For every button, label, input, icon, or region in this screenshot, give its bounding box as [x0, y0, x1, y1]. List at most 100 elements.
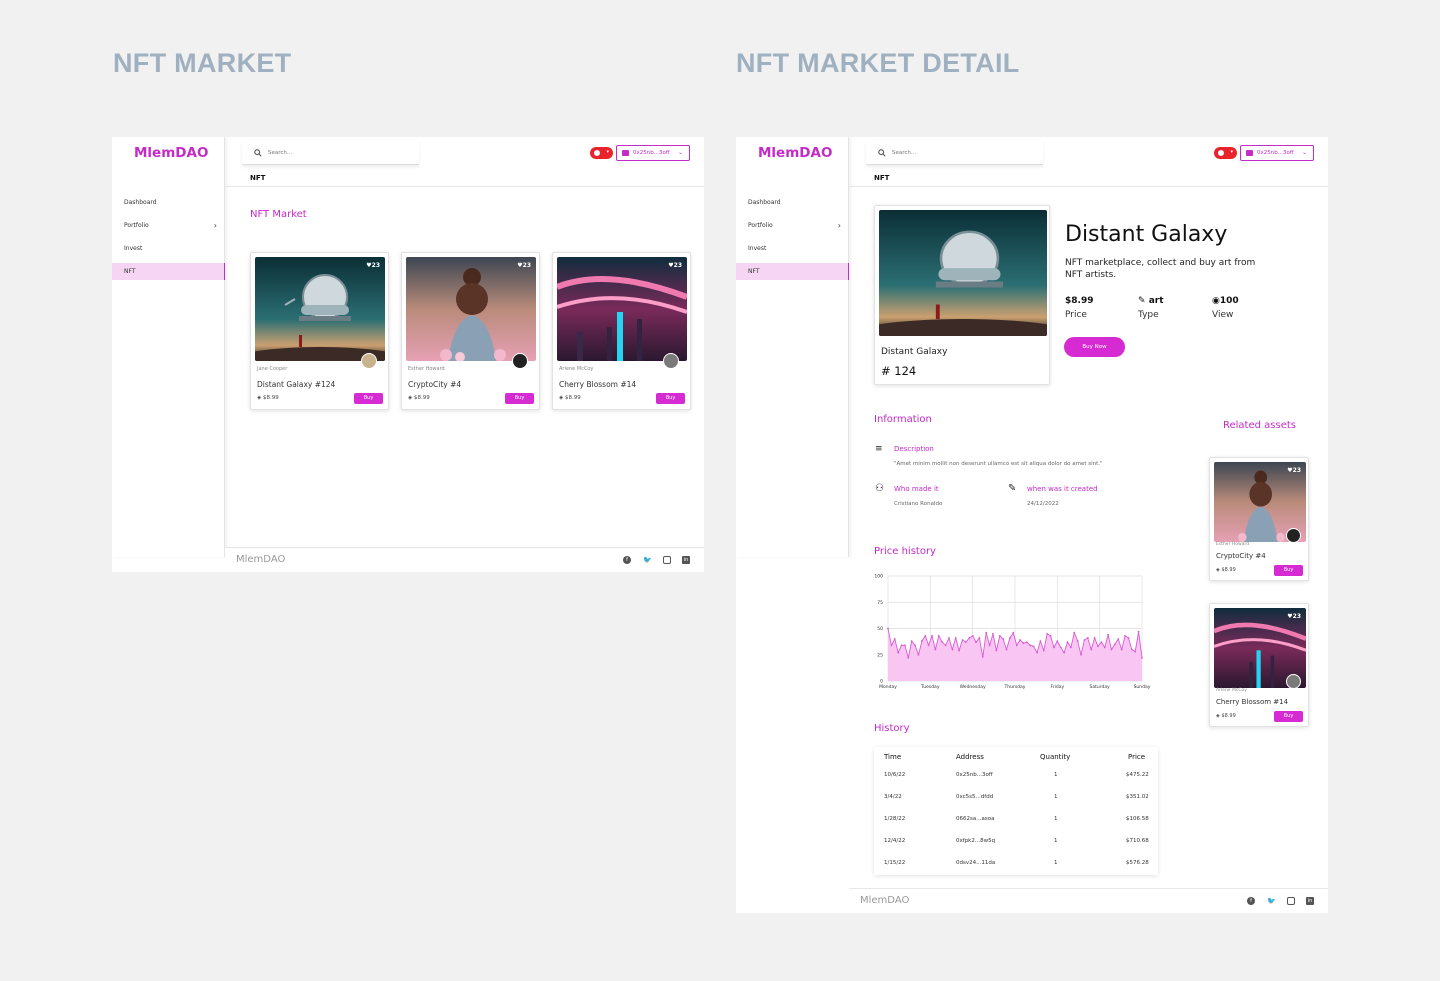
column-header-time: Time [884, 753, 902, 761]
data-point [968, 637, 971, 639]
data-point [978, 637, 981, 639]
chevron-right-icon: › [213, 221, 217, 230]
data-point [1080, 653, 1082, 656]
buy-button[interactable]: Buy [656, 393, 685, 404]
related-nft-card[interactable]: ♥23 Esther Howard CryptoCity #4 ◈ $8.99 … [1209, 457, 1309, 581]
data-point [988, 644, 991, 647]
instagram-icon[interactable] [1287, 897, 1295, 905]
cell-price: $576.28 [1126, 860, 1149, 866]
data-point [1059, 646, 1062, 649]
data-point [910, 640, 913, 642]
nft-card[interactable]: ♥23 Jane Cooper Distant Galaxy #124 ◈ $8… [250, 252, 389, 410]
data-point [1019, 639, 1021, 641]
cell-time: 10/6/22 [884, 772, 906, 778]
sidebar-item-dashboard[interactable]: Dashboard [112, 194, 225, 211]
twitter-icon[interactable]: 🐦 [1267, 897, 1276, 905]
nft-card[interactable]: ♥23 Arlene McCoy Cherry Blossom #14 ◈ $8… [552, 252, 691, 410]
cell-address: 0xfpk2...8w5q [956, 838, 996, 844]
data-point [1134, 650, 1137, 653]
data-point [1032, 645, 1035, 648]
brand-logo[interactable]: MlemDAO [758, 145, 832, 161]
wallet-button[interactable]: 0x25nb...3off ⌄ [616, 145, 690, 161]
sidebar: MlemDAO Dashboard Portfolio › Invest NFT [112, 137, 225, 557]
card-owner: Jane Cooper [257, 366, 288, 372]
sidebar-item-label: Invest [124, 245, 143, 252]
buy-button[interactable]: Buy [354, 393, 383, 404]
cell-price: $106.58 [1126, 816, 1149, 822]
data-point [944, 644, 947, 647]
data-point [1127, 637, 1130, 639]
nft-card[interactable]: ♥23 Esther Howard CryptoCity #4 ◈ $8.99 … [401, 252, 540, 410]
wallet-button[interactable]: 0x25nb...3off ⌄ [1240, 145, 1314, 161]
footer: MlemDAO f 🐦 in [225, 547, 704, 572]
like-count[interactable]: ♥23 [366, 262, 380, 269]
header-divider [225, 186, 704, 187]
eye-icon: ◉ [1212, 296, 1220, 306]
who-made-label: Who made it [894, 485, 939, 493]
data-point [934, 648, 937, 651]
data-point [1097, 645, 1099, 648]
search-input[interactable]: Search... [866, 141, 1043, 165]
network-switch[interactable]: ▾ [590, 147, 613, 159]
sidebar-item-nft[interactable]: NFT [736, 263, 849, 280]
brand-logo[interactable]: MlemDAO [134, 145, 208, 161]
sidebar-item-label: NFT [748, 268, 760, 275]
cell-address: 0xc5s5...dfdd [956, 794, 994, 800]
data-point [975, 641, 977, 644]
linkedin-icon[interactable]: in [1306, 897, 1314, 905]
footer-logo: MlemDAO [236, 554, 286, 565]
column-header-quantity: Quantity [1040, 753, 1071, 761]
sidebar-item-invest[interactable]: Invest [736, 240, 849, 257]
data-point [971, 634, 974, 637]
sidebar-item-portfolio[interactable]: Portfolio › [736, 217, 849, 234]
avatar [512, 353, 528, 369]
data-point [1137, 630, 1140, 633]
buy-button[interactable]: Buy [505, 393, 534, 404]
related-nft-card[interactable]: ♥23 Arlene McCoy Cherry Blossom #14 ◈ $8… [1209, 603, 1309, 727]
linkedin-icon[interactable]: in [682, 556, 690, 564]
buy-button[interactable]: Buy [1274, 565, 1303, 576]
like-count[interactable]: ♥23 [668, 262, 682, 269]
cell-price: $475.22 [1126, 772, 1149, 778]
nft-detail-frame: MlemDAO Dashboard Portfolio › Invest NFT … [736, 137, 1328, 913]
cell-quantity: 1 [1054, 794, 1058, 800]
instagram-icon[interactable] [663, 556, 671, 564]
data-point [1046, 632, 1049, 635]
buy-button[interactable]: Buy [1274, 711, 1303, 722]
cell-address: 0dsv24...11da [956, 860, 996, 866]
y-tick-label: 25 [877, 652, 883, 658]
data-point [981, 655, 984, 658]
sidebar-item-portfolio[interactable]: Portfolio › [112, 217, 225, 234]
x-tick-label: Wednesday [960, 684, 986, 690]
card-name: Distant Galaxy #124 [257, 380, 336, 389]
data-point [961, 639, 964, 641]
like-count[interactable]: ♥23 [517, 262, 531, 269]
who-made-value: Cristiano Ronaldo [894, 501, 943, 507]
buy-now-button[interactable]: Buy Now [1064, 337, 1125, 357]
card-owner: Arlene McCoy [1216, 688, 1247, 693]
sidebar-item-invest[interactable]: Invest [112, 240, 225, 257]
data-point [1093, 637, 1096, 639]
twitter-icon[interactable]: 🐦 [643, 556, 652, 564]
card-price: ◈ $8.99 [257, 395, 279, 401]
like-count[interactable]: ♥23 [1287, 467, 1301, 474]
search-input[interactable]: Search... [242, 141, 419, 165]
stat-value: art [1148, 296, 1164, 306]
data-point [1063, 651, 1066, 654]
wallet-icon [1246, 150, 1253, 156]
cell-price: $710.68 [1126, 838, 1149, 844]
search-icon [878, 149, 886, 157]
network-switch[interactable]: ▾ [1214, 147, 1237, 159]
data-point [951, 648, 954, 651]
y-tick-label: 50 [877, 626, 883, 632]
data-point [958, 649, 961, 652]
cell-quantity: 1 [1054, 816, 1058, 822]
data-point [1114, 643, 1116, 646]
facebook-icon[interactable]: f [623, 556, 631, 564]
like-count[interactable]: ♥23 [1287, 613, 1301, 620]
sidebar-item-nft[interactable]: NFT [112, 263, 225, 280]
sidebar-item-dashboard[interactable]: Dashboard [736, 194, 849, 211]
data-point [920, 640, 923, 642]
facebook-icon[interactable]: f [1247, 897, 1255, 905]
wallet-icon [622, 150, 629, 156]
